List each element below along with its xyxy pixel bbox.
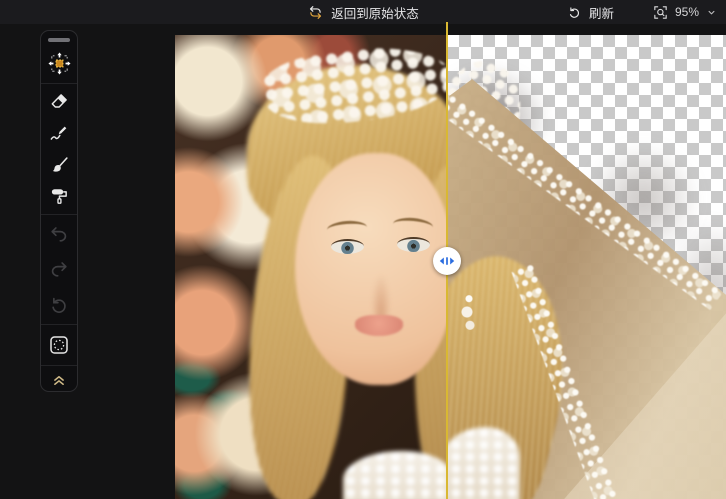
chevrons-up-icon: [50, 370, 68, 388]
compare-handle-icon: [436, 250, 458, 272]
tool-move-transform[interactable]: [41, 46, 77, 81]
refresh-button[interactable]: 刷新: [563, 3, 618, 22]
pen-squiggle-icon: [48, 122, 70, 144]
eye: [331, 239, 364, 254]
zoom-control[interactable]: 95%: [652, 4, 718, 21]
move-transform-icon: [47, 51, 72, 76]
tool-preview-selection[interactable]: [41, 327, 77, 362]
pearl-earring: [459, 293, 479, 331]
result-image-pane: [447, 35, 726, 499]
redo-icon: [48, 258, 70, 280]
original-image-pane: [175, 35, 447, 499]
eraser-icon: [48, 91, 70, 113]
refresh-icon: [567, 5, 582, 20]
restore-original-label: 返回到原始状态: [331, 3, 419, 22]
panel-drag-handle[interactable]: [48, 38, 70, 42]
lips: [355, 315, 403, 336]
paint-roller-icon: [48, 185, 70, 207]
nose: [371, 273, 391, 321]
lace-dress: [447, 427, 520, 499]
tool-brush[interactable]: [41, 149, 77, 180]
panel-separator: [41, 365, 77, 366]
tool-paint-roller[interactable]: [41, 180, 77, 211]
brush-icon: [48, 154, 70, 176]
topbar: 返回到原始状态 刷新 95%: [0, 0, 726, 24]
tool-eraser[interactable]: [41, 86, 77, 117]
panel-separator: [41, 324, 77, 325]
undo-icon: [48, 223, 70, 245]
panel-separator: [41, 214, 77, 215]
tool-undo[interactable]: [41, 217, 77, 252]
chevron-down-icon[interactable]: [705, 6, 718, 19]
tool-smart-pen[interactable]: [41, 118, 77, 149]
compare-handle[interactable]: [433, 247, 461, 275]
swap-arrows-icon: [307, 4, 324, 21]
selection-preview-icon: [47, 333, 71, 357]
restore-original-button[interactable]: 返回到原始状态: [303, 3, 423, 22]
reset-icon: [48, 294, 70, 316]
topbar-right-group: 刷新 95%: [563, 0, 718, 24]
panel-separator: [41, 83, 77, 84]
app-root: 返回到原始状态 刷新 95%: [0, 0, 726, 499]
zoom-fit-icon: [652, 4, 669, 21]
tool-redo[interactable]: [41, 252, 77, 287]
tool-panel: [40, 30, 78, 392]
refresh-label: 刷新: [589, 3, 614, 22]
eye: [397, 237, 430, 252]
collapse-panel-button[interactable]: [41, 368, 77, 392]
zoom-value: 95%: [675, 5, 699, 19]
tool-reset[interactable]: [41, 287, 77, 322]
face: [295, 153, 447, 385]
